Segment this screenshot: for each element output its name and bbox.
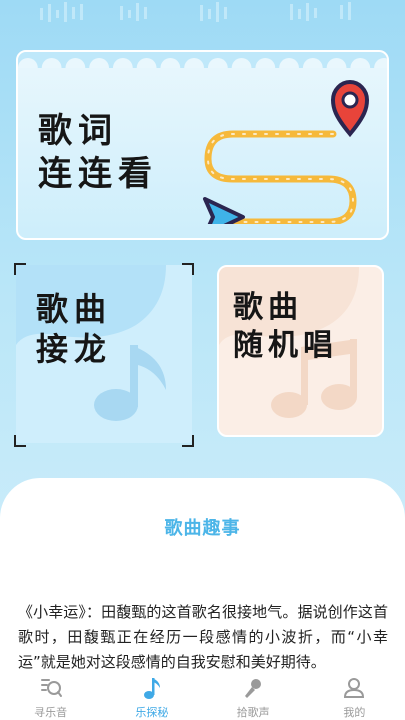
tab-mine[interactable]: 我的: [304, 672, 405, 720]
bottom-tab-bar: 寻乐音 乐探秘 拾歌声 我的: [0, 672, 405, 720]
lyrics-match-title: 歌词 连连看: [38, 111, 158, 194]
tab-label: 乐探秘: [135, 706, 169, 719]
location-pin-icon: [330, 79, 370, 138]
song-chain-card[interactable]: 歌曲 接龙: [16, 265, 192, 443]
corner-bracket: [182, 263, 194, 275]
song-story-heading: 歌曲趣事: [164, 518, 241, 539]
tab-label: 寻乐音: [34, 706, 68, 719]
play-arrow-icon: [203, 197, 245, 224]
scallop-edge-decoration: [18, 52, 387, 68]
music-note-icon: [143, 678, 160, 699]
corner-bracket: [14, 263, 26, 275]
tab-pick-songs[interactable]: 拾歌声: [203, 672, 304, 720]
lyrics-match-card[interactable]: 歌词 连连看: [16, 50, 389, 240]
song-chain-title: 歌曲 接龙: [36, 290, 113, 368]
tab-find-music[interactable]: 寻乐音: [0, 672, 101, 720]
user-icon: [344, 678, 365, 698]
random-sing-title: 歌曲 随机唱: [233, 290, 338, 363]
random-sing-card[interactable]: 歌曲 随机唱: [217, 265, 384, 437]
microphone-icon: [245, 679, 262, 698]
tab-explore-music[interactable]: 乐探秘: [101, 672, 202, 720]
song-story-text: 《小幸运》：田馥甄的这首歌名很接地气。据说创作这首歌时，田馥甄正在经历一段感情的…: [18, 603, 388, 671]
tab-label: 拾歌声: [236, 706, 270, 719]
route-map-icon: [203, 79, 370, 224]
tab-label: 我的: [343, 706, 366, 719]
corner-bracket: [14, 435, 26, 447]
search-music-icon: [40, 679, 62, 697]
sound-wave-decoration: [40, 2, 351, 22]
corner-bracket: [182, 435, 194, 447]
